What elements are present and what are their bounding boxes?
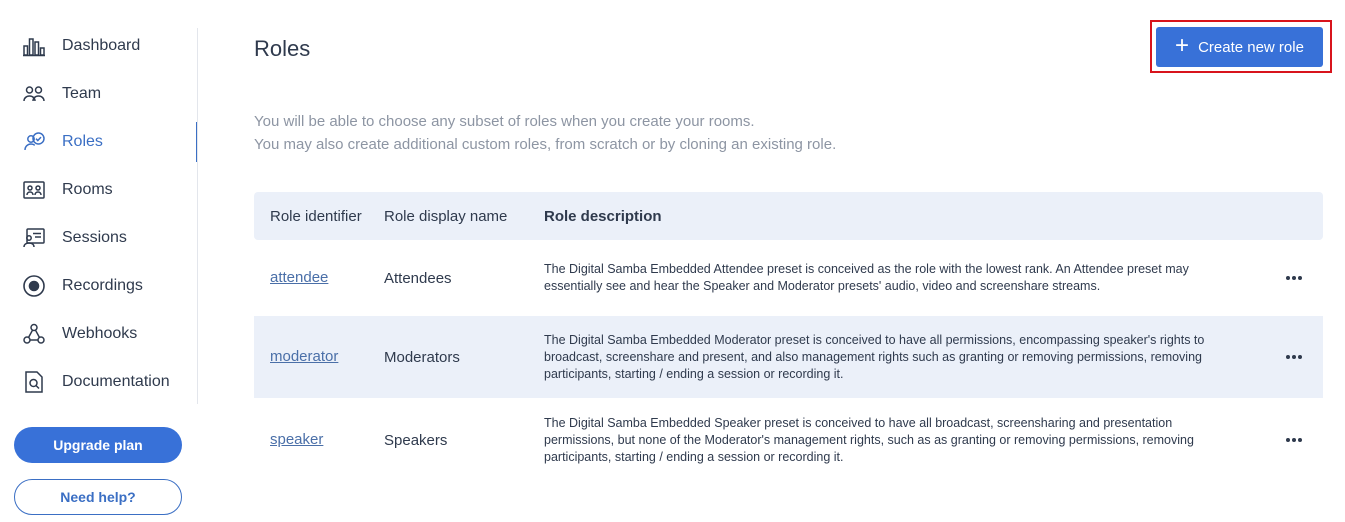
record-icon [22, 274, 46, 298]
roles-table: Role identifier Role display name Role d… [254, 192, 1323, 482]
sidebar-nav: Dashboard Team Roles Rooms Sessions Reco… [0, 22, 198, 406]
create-new-role-label: Create new role [1198, 38, 1304, 56]
role-description: The Digital Samba Embedded Attendee pres… [544, 262, 1189, 293]
roles-icon [22, 130, 46, 154]
role-link-moderator[interactable]: moderator [270, 348, 338, 365]
rooms-icon [22, 178, 46, 202]
role-display-name: Attendees [384, 269, 452, 287]
sidebar-item-sessions[interactable]: Sessions [0, 214, 198, 262]
plus-icon: + [1175, 32, 1190, 59]
header-role-display-name: Role display name [384, 207, 508, 225]
sidebar-item-roles[interactable]: Roles [0, 118, 198, 166]
role-link-speaker[interactable]: speaker [270, 431, 323, 448]
more-options-icon[interactable] [1285, 355, 1302, 359]
table-row: attendee Attendees The Digital Samba Emb… [254, 240, 1323, 316]
more-options-icon[interactable] [1285, 438, 1302, 442]
role-link-attendee[interactable]: attendee [270, 269, 328, 286]
need-help-button[interactable]: Need help? [14, 479, 182, 515]
intro-text: You will be able to choose any subset of… [254, 110, 836, 156]
role-display-name: Moderators [384, 348, 460, 366]
page-title: Roles [254, 36, 311, 61]
sidebar-item-dashboard[interactable]: Dashboard [0, 22, 198, 70]
sidebar-item-label: Roles [62, 133, 103, 150]
sidebar-item-documentation[interactable]: Documentation [0, 358, 198, 406]
role-display-name: Speakers [384, 431, 448, 449]
documentation-icon [22, 370, 46, 394]
sidebar-item-team[interactable]: Team [0, 70, 198, 118]
bar-chart-icon [22, 34, 46, 58]
sidebar-item-label: Documentation [62, 373, 170, 390]
sidebar-item-rooms[interactable]: Rooms [0, 166, 198, 214]
sidebar-item-label: Team [62, 85, 102, 102]
webhook-icon [22, 322, 46, 346]
sessions-icon [22, 226, 46, 250]
table-header: Role identifier Role display name Role d… [254, 192, 1323, 240]
sidebar-item-label: Sessions [62, 229, 127, 246]
sidebar-item-label: Dashboard [62, 37, 141, 54]
intro-line: You will be able to choose any subset of… [254, 113, 755, 130]
team-icon [22, 82, 46, 106]
create-new-role-button[interactable]: + Create new role [1156, 27, 1323, 67]
sidebar-item-recordings[interactable]: Recordings [0, 262, 198, 310]
sidebar-item-label: Rooms [62, 181, 113, 198]
header-role-description: Role description [544, 207, 662, 225]
role-description: The Digital Samba Embedded Moderator pre… [544, 332, 1205, 381]
more-options-icon[interactable] [1285, 276, 1302, 280]
sidebar-item-webhooks[interactable]: Webhooks [0, 310, 198, 358]
sidebar: Dashboard Team Roles Rooms Sessions Reco… [0, 0, 198, 522]
sidebar-item-label: Webhooks [62, 325, 138, 342]
sidebar-item-label: Recordings [62, 277, 143, 294]
role-description: The Digital Samba Embedded Speaker prese… [544, 415, 1194, 464]
header-role-identifier: Role identifier [270, 207, 362, 225]
intro-line: You may also create additional custom ro… [254, 136, 837, 153]
sidebar-divider [197, 28, 198, 404]
upgrade-plan-button[interactable]: Upgrade plan [14, 427, 182, 463]
table-row: moderator Moderators The Digital Samba E… [254, 316, 1323, 398]
table-row: speaker Speakers The Digital Samba Embed… [254, 398, 1323, 482]
